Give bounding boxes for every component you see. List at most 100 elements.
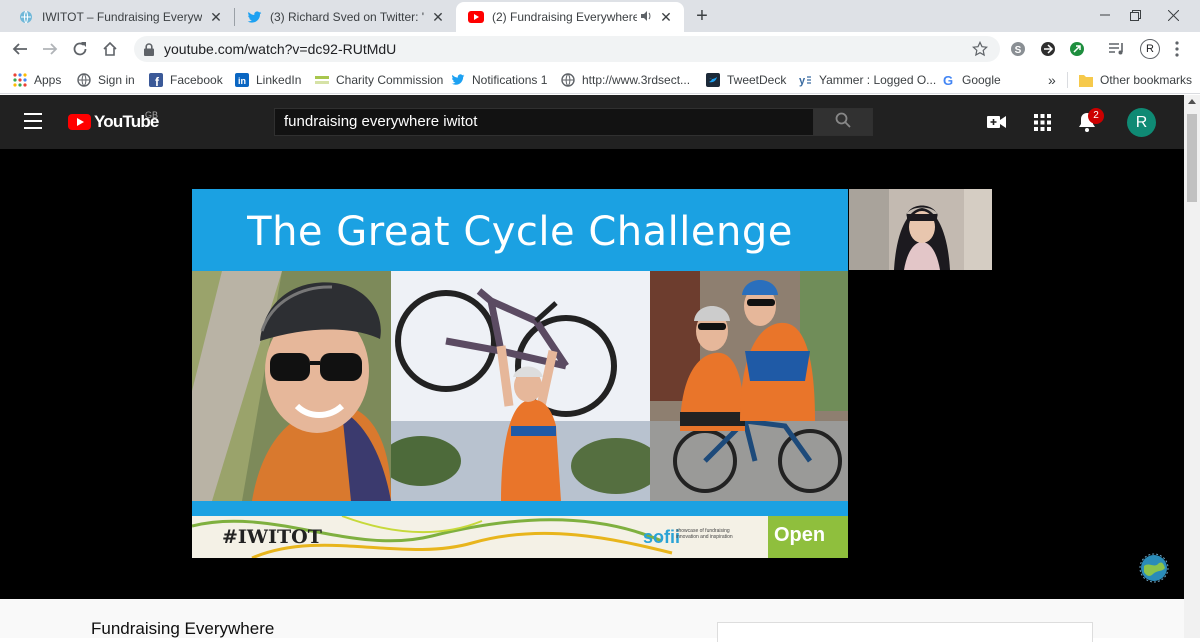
svg-text:S: S <box>1015 45 1022 56</box>
bookmarks-divider <box>1067 72 1068 88</box>
bookmark-charity-commission[interactable]: Charity Commission <box>314 70 443 90</box>
bookmark-label: Notifications 1 <box>472 73 548 87</box>
slide-title: The Great Cycle Challenge <box>247 209 793 255</box>
tab-title: IWITOT – Fundraising Everywhere <box>42 10 202 24</box>
scrollbar-thumb[interactable] <box>1187 114 1197 202</box>
notification-count-badge: 2 <box>1088 108 1104 124</box>
close-window-icon[interactable] <box>1158 4 1188 26</box>
browser-profile-avatar[interactable]: R <box>1140 39 1160 59</box>
bookmark-label: LinkedIn <box>256 73 302 87</box>
search-input[interactable]: fundraising everywhere iwitot <box>274 108 814 136</box>
youtube-logo[interactable]: YouTube GB <box>68 110 159 132</box>
charity-commission-icon <box>314 72 330 88</box>
browser-tab-strip: IWITOT – Fundraising Everywhere ✕ (3) Ri… <box>0 0 1200 32</box>
svg-text:in: in <box>238 76 246 86</box>
svg-text:G: G <box>943 73 953 87</box>
bookmark-label: Sign in <box>98 73 135 87</box>
globe-icon <box>18 9 34 25</box>
bookmark-label: Yammer : Logged O... <box>819 73 937 87</box>
bookmark-label: TweetDeck <box>727 73 787 87</box>
tab-twitter[interactable]: (3) Richard Sved on Twitter: "Now ✕ <box>234 2 456 32</box>
bookmark-apps[interactable]: Apps <box>12 70 61 90</box>
globe-icon <box>560 72 576 88</box>
youtube-header: YouTube GB fundraising everywhere iwitot <box>0 95 1184 149</box>
slide-header: The Great Cycle Challenge <box>192 189 848 271</box>
close-tab-icon[interactable]: ✕ <box>658 9 674 25</box>
url-text: youtube.com/watch?v=dc92-RUtMdU <box>164 41 397 57</box>
sidebar-panel <box>717 622 1093 642</box>
twitter-icon <box>450 72 466 88</box>
bookmark-sign-in[interactable]: Sign in <box>76 70 135 90</box>
address-bar[interactable]: youtube.com/watch?v=dc92-RUtMdU <box>134 36 1000 62</box>
open-logo-text: Open <box>774 524 826 546</box>
bookmark-other-bookmarks[interactable]: Other bookmarks <box>1078 70 1192 90</box>
yammer-icon: y <box>797 72 813 88</box>
skype-icon[interactable]: S <box>1007 38 1029 60</box>
search-icon <box>835 112 851 133</box>
extension-arrows-icon[interactable] <box>1037 38 1059 60</box>
youtube-play-icon <box>68 114 91 130</box>
tab-title: (2) Fundraising Everywhere - <box>492 10 637 24</box>
slide-hashtag: #IWITOT <box>222 526 322 548</box>
extension-green-icon[interactable] <box>1066 38 1088 60</box>
cyclist-selfie-photo <box>192 271 391 501</box>
tweetdeck-icon <box>705 72 721 88</box>
slide-blue-band <box>192 501 848 516</box>
two-cyclists-photo <box>650 271 848 501</box>
bookmark-star-icon[interactable] <box>971 40 989 62</box>
sofii-logo: sofii <box>643 527 681 547</box>
search-button[interactable] <box>813 108 873 136</box>
reload-icon[interactable] <box>67 36 93 62</box>
bookmark-3rdsector[interactable]: http://www.3rdsect... <box>560 70 690 90</box>
bookmark-yammer[interactable]: y Yammer : Logged O... <box>797 70 936 90</box>
forward-arrow-icon[interactable] <box>37 36 63 62</box>
bookmarks-bar: Apps Sign in f Facebook in LinkedIn Char… <box>0 66 1200 94</box>
minimize-icon[interactable] <box>1090 4 1120 26</box>
slide-footer: #IWITOT sofii showcase of fundraising in… <box>192 516 848 558</box>
tab-title: (3) Richard Sved on Twitter: "Now <box>270 10 424 24</box>
channel-watermark-icon[interactable] <box>1139 553 1169 583</box>
bookmarks-overflow-button[interactable]: » <box>1048 70 1056 90</box>
bike-overhead-photo <box>391 271 650 501</box>
video-title: Fundraising Everywhere <box>91 619 275 638</box>
tab-youtube[interactable]: (2) Fundraising Everywhere - ✕ <box>456 2 684 32</box>
google-icon: G <box>940 72 956 88</box>
back-arrow-icon[interactable] <box>7 36 33 62</box>
scroll-up-arrow-icon[interactable] <box>1188 99 1196 104</box>
bookmark-tweetdeck[interactable]: TweetDeck <box>705 70 786 90</box>
bookmark-notifications[interactable]: Notifications 1 <box>450 70 547 90</box>
linkedin-icon: in <box>234 72 250 88</box>
bookmark-label: Google <box>962 73 1001 87</box>
bookmark-google[interactable]: G Google <box>940 70 1001 90</box>
youtube-icon <box>468 9 484 25</box>
bookmark-label: Apps <box>34 73 62 87</box>
restore-icon[interactable] <box>1120 4 1150 26</box>
lock-icon[interactable] <box>144 42 154 56</box>
apps-grid-icon[interactable] <box>1030 110 1054 134</box>
country-code: GB <box>145 110 159 120</box>
close-tab-icon[interactable]: ✕ <box>430 9 446 25</box>
speaker-icon[interactable] <box>641 10 652 24</box>
apps-grid-icon <box>12 72 28 88</box>
globe-icon <box>76 72 92 88</box>
sofii-tagline: showcase of fundraising innovation and i… <box>676 528 733 540</box>
bookmark-label: Other bookmarks <box>1100 73 1193 87</box>
facebook-icon: f <box>148 72 164 88</box>
home-icon[interactable] <box>97 36 123 62</box>
bookmark-label: http://www.3rdsect... <box>582 73 691 87</box>
account-avatar[interactable]: R <box>1127 108 1156 137</box>
chrome-menu-icon[interactable] <box>1166 38 1188 60</box>
bookmark-label: Facebook <box>170 73 223 87</box>
folder-icon <box>1078 72 1094 88</box>
bookmark-linkedin[interactable]: in LinkedIn <box>234 70 301 90</box>
video-slide: The Great Cycle Challenge #IWITOT sofii … <box>192 189 848 558</box>
open-logo: Open <box>768 516 848 558</box>
bookmark-facebook[interactable]: f Facebook <box>148 70 223 90</box>
hamburger-menu-icon[interactable] <box>24 113 42 129</box>
create-video-icon[interactable] <box>985 110 1009 134</box>
webcam-presenter-video <box>849 189 992 270</box>
new-tab-button[interactable]: + <box>690 5 714 29</box>
close-tab-icon[interactable]: ✕ <box>208 9 224 25</box>
tab-iwitot[interactable]: IWITOT – Fundraising Everywhere ✕ <box>6 2 234 32</box>
media-queue-icon[interactable] <box>1106 38 1128 60</box>
